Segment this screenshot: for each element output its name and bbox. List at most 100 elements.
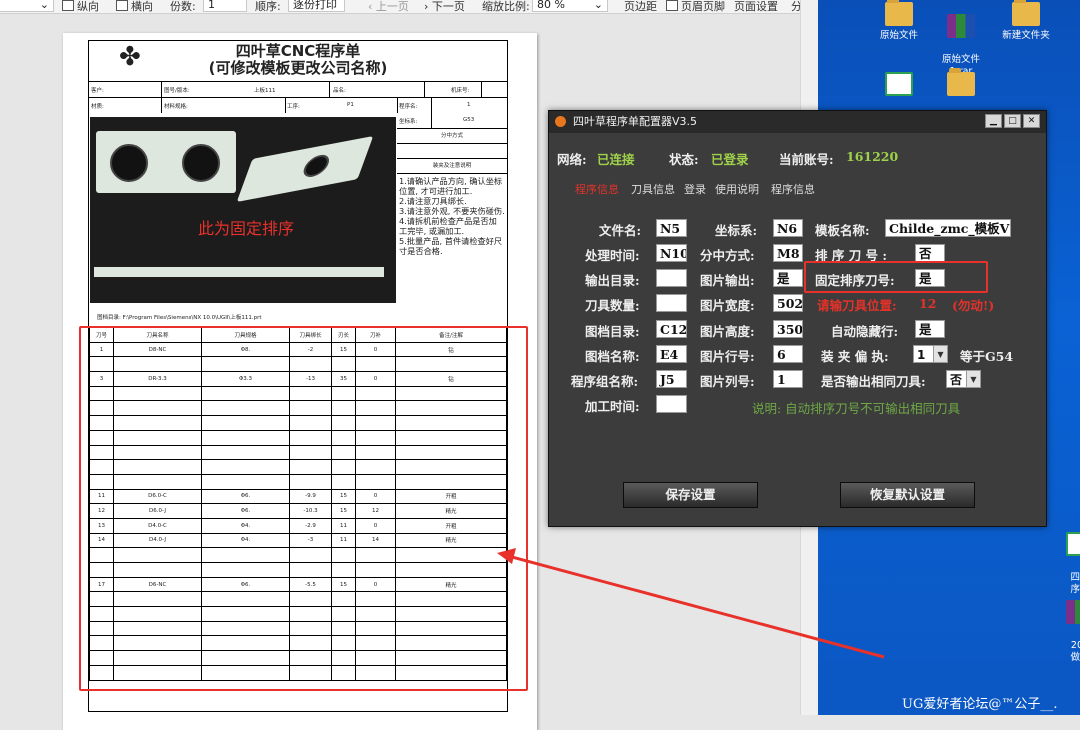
image-rows-input[interactable]: 6 bbox=[773, 345, 803, 363]
table-cell bbox=[113, 591, 202, 608]
table-cell bbox=[395, 400, 507, 417]
file-name-label: 文件名: bbox=[599, 223, 642, 238]
table-cell bbox=[395, 547, 507, 563]
table-cell: 15 bbox=[331, 576, 356, 593]
file-name2-input[interactable]: E4 bbox=[656, 345, 687, 363]
sort-tool-input[interactable]: 否 bbox=[915, 244, 945, 262]
desktop-icon-folder-2[interactable] bbox=[931, 68, 991, 100]
menu-tool-info[interactable]: 刀具信息 bbox=[631, 181, 675, 197]
centering-input[interactable]: M8 bbox=[773, 244, 803, 262]
app-icon bbox=[555, 116, 566, 127]
copies-input[interactable]: 1 bbox=[203, 0, 247, 12]
table-cell: Φ4. bbox=[201, 532, 290, 549]
prev-page-label: 上一页 bbox=[375, 0, 409, 13]
table-cell bbox=[89, 620, 114, 637]
desktop-icon-partial-2[interactable]: 202 做反 bbox=[1050, 588, 1080, 664]
auto-hide-label: 自动隐藏行: bbox=[831, 324, 899, 339]
menu-login[interactable]: 登录 bbox=[684, 181, 706, 197]
reset-button[interactable]: 恢复默认设置 bbox=[840, 482, 975, 508]
table-cell bbox=[331, 444, 356, 461]
desktop-icon-folder[interactable]: 原始文件 bbox=[869, 0, 929, 42]
desktop-icon-sheet[interactable] bbox=[869, 72, 929, 100]
desktop-icon-rar[interactable]: 原始文件 1.rar bbox=[931, 2, 991, 78]
table-cell bbox=[201, 562, 290, 578]
table-cell bbox=[355, 650, 396, 666]
margins-button[interactable]: 页边距 bbox=[624, 0, 657, 13]
tool-count-input[interactable] bbox=[656, 294, 687, 312]
table-cell bbox=[89, 562, 114, 578]
next-page-button[interactable]: › 下一页 bbox=[424, 0, 465, 13]
page-setup-button[interactable]: 页面设置 bbox=[734, 0, 778, 13]
table-cell bbox=[395, 591, 507, 608]
table-cell bbox=[89, 459, 114, 475]
column-header: 备注/注解 bbox=[395, 327, 507, 343]
table-cell bbox=[201, 591, 290, 608]
table-cell: -9.9 bbox=[289, 488, 332, 505]
table-cell bbox=[395, 650, 507, 666]
spreadsheet-icon bbox=[1066, 532, 1080, 556]
desktop-icon-partial-1[interactable]: 四叶 序单 bbox=[1050, 520, 1080, 596]
process-label: 工序: bbox=[287, 104, 300, 110]
coord-sys-input[interactable]: N6 bbox=[773, 219, 803, 237]
tool-pos-input[interactable]: 12 bbox=[915, 294, 945, 312]
table-cell bbox=[89, 650, 114, 666]
table-cell bbox=[113, 459, 202, 475]
output-dir-input[interactable] bbox=[656, 269, 687, 287]
printer-select[interactable]: ⌄ bbox=[0, 0, 54, 12]
process-time-input[interactable]: N100 bbox=[656, 244, 687, 262]
table-cell bbox=[289, 385, 332, 402]
account-value: 161220 bbox=[846, 149, 899, 164]
menu-help[interactable]: 使用说明 bbox=[715, 181, 759, 197]
auto-hide-input[interactable]: 是 bbox=[915, 320, 945, 338]
table-cell: D6.0-C bbox=[113, 488, 202, 505]
image-output-input[interactable]: 是 bbox=[773, 269, 803, 287]
zoom-select[interactable]: 80 % ⌄ bbox=[532, 0, 608, 12]
image-width-input[interactable]: 502 bbox=[773, 294, 803, 312]
table-cell bbox=[355, 547, 396, 563]
table-cell bbox=[289, 459, 332, 475]
table-cell: D4.0-C bbox=[113, 517, 202, 534]
order-select[interactable]: 逐份打印 bbox=[288, 0, 345, 12]
group-name-input[interactable]: J5 bbox=[656, 370, 687, 388]
table-row bbox=[89, 620, 507, 637]
table-cell bbox=[89, 635, 114, 652]
desktop-icon-new-folder[interactable]: 新建文件夹 bbox=[996, 0, 1056, 42]
table-cell bbox=[89, 385, 114, 402]
desktop-icon-label: 202 做反 bbox=[1070, 640, 1080, 663]
prev-page-button[interactable]: ‹ 上一页 bbox=[368, 0, 409, 13]
side-notes: 分中方式 装夹及注意说明 1.请确认产品方向, 确认坐标位置, 才可进行加工. … bbox=[397, 117, 507, 303]
table-cell: Φ6. bbox=[201, 503, 290, 519]
table-row: 13 D4.0-C Φ4. -2.9 11 0 开粗 bbox=[89, 517, 507, 534]
image-cols-input[interactable]: 1 bbox=[773, 370, 803, 388]
file-name-input[interactable]: N5 bbox=[656, 219, 687, 237]
landscape-button[interactable]: 横向 bbox=[116, 0, 153, 13]
table-row bbox=[89, 562, 507, 578]
zoom-label: 缩放比例: bbox=[482, 0, 530, 13]
process-time2-input[interactable] bbox=[656, 395, 687, 413]
table-row bbox=[89, 606, 507, 622]
portrait-button[interactable]: 纵向 bbox=[62, 0, 99, 13]
template-name-input[interactable]: Childe_zmc_模板V bbox=[885, 219, 1011, 237]
tool-pos-label: 请输刀具位置: bbox=[817, 298, 897, 313]
menu-program-info[interactable]: 程序信息 bbox=[575, 181, 619, 197]
maximize-icon[interactable]: □ bbox=[1004, 114, 1021, 128]
column-header: 刀号 bbox=[89, 327, 114, 343]
save-button[interactable]: 保存设置 bbox=[623, 482, 758, 508]
header-footer-button[interactable]: 页眉页脚 bbox=[666, 0, 725, 13]
menu-program-info-2[interactable]: 程序信息 bbox=[771, 181, 815, 197]
dialog-titlebar[interactable]: 四叶草程序单配置器V3.5 ▁ □ ✕ bbox=[549, 111, 1046, 133]
file-dir-input[interactable]: C12 bbox=[656, 320, 687, 338]
output-same-select[interactable]: 否 ▼ bbox=[946, 370, 981, 388]
minimize-icon[interactable]: ▁ bbox=[985, 114, 1002, 128]
part-image: 此为固定排序 bbox=[90, 117, 396, 303]
table-cell bbox=[395, 459, 507, 475]
chevron-down-icon: ▼ bbox=[933, 345, 948, 363]
close-icon[interactable]: ✕ bbox=[1023, 114, 1040, 128]
clamp-offset-select[interactable]: 1 ▼ bbox=[913, 345, 948, 363]
column-header: 刃长 bbox=[331, 327, 356, 343]
table-cell bbox=[331, 429, 356, 446]
print-toolbar: ⌄ 纵向 横向 份数: 1 顺序: 逐份打印 ‹ 上一页 › 下一页 缩放比例:… bbox=[0, 0, 818, 14]
image-height-input[interactable]: 350 bbox=[773, 320, 803, 338]
table-cell bbox=[289, 664, 332, 681]
image-width-label: 图片宽度: bbox=[700, 298, 755, 313]
